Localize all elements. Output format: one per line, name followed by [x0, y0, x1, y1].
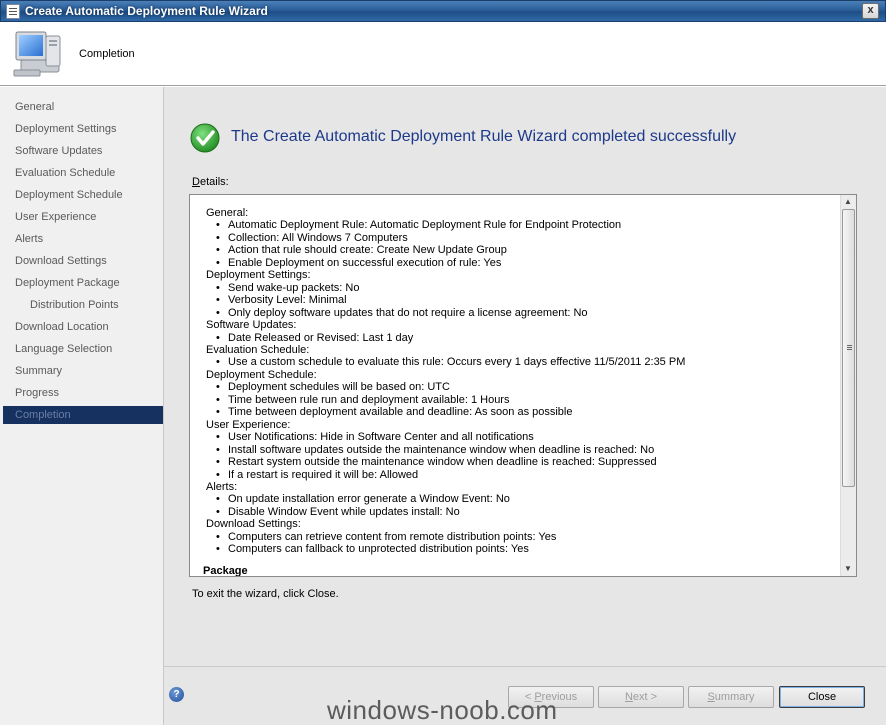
details-list-item: Only deploy software updates that do not…: [206, 307, 836, 320]
wizard-main-panel: The Create Automatic Deployment Rule Wiz…: [164, 87, 886, 666]
scrollbar-thumb[interactable]: [842, 209, 855, 487]
details-list-item: Computers can fallback to unprotected di…: [206, 543, 836, 556]
sidebar-item-summary[interactable]: Summary: [15, 365, 62, 377]
details-list-item: Action that rule should create: Create N…: [206, 244, 836, 257]
details-list-item: Use a custom schedule to evaluate this r…: [206, 356, 836, 369]
sidebar-item-deployment-schedule[interactable]: Deployment Schedule: [15, 189, 123, 201]
wizard-header: Completion: [0, 22, 886, 86]
window-title: Create Automatic Deployment Rule Wizard: [25, 4, 268, 18]
title-bar[interactable]: Create Automatic Deployment Rule Wizard …: [0, 0, 886, 22]
sidebar-item-completion[interactable]: Completion: [3, 406, 163, 424]
exit-instruction: To exit the wizard, click Close.: [192, 588, 339, 600]
wizard-app-icon: [6, 4, 20, 19]
details-section-heading: Software Updates:: [206, 319, 297, 332]
success-title: The Create Automatic Deployment Rule Wiz…: [231, 128, 737, 145]
details-list-item: Computers can retrieve content from remo…: [206, 531, 836, 544]
next-button[interactable]: Next >: [598, 686, 684, 708]
details-list-item: Verbosity Level: Minimal: [206, 294, 836, 307]
details-section-heading: Deployment Schedule:: [206, 368, 317, 381]
sidebar-item-deployment-package[interactable]: Deployment Package: [15, 277, 120, 289]
sidebar-item-progress[interactable]: Progress: [15, 387, 59, 399]
details-section-heading: User Experience:: [206, 418, 291, 431]
details-list-item: Install software updates outside the mai…: [206, 444, 836, 457]
help-icon[interactable]: ?: [169, 687, 184, 702]
close-button[interactable]: Close: [779, 686, 865, 708]
wizard-steps-sidebar: General Deployment Settings Software Upd…: [0, 87, 164, 725]
scroll-down-arrow-icon[interactable]: ▼: [844, 564, 852, 573]
sidebar-item-distribution-points[interactable]: Distribution Points: [30, 299, 119, 311]
details-list-item: Restart system outside the maintenance w…: [206, 456, 836, 469]
details-section-heading: Evaluation Schedule:: [206, 343, 310, 356]
page-heading: Completion: [79, 48, 135, 60]
details-section-heading: Download Settings:: [206, 518, 301, 531]
details-content: General: Automatic Deployment Rule: Auto…: [206, 207, 836, 556]
computer-icon: [13, 31, 61, 77]
sidebar-item-software-updates[interactable]: Software Updates: [15, 145, 102, 157]
details-list-item: If a restart is required it will be: All…: [206, 469, 836, 482]
watermark: windows-noob.com: [327, 695, 558, 725]
details-list-item: On update installation error generate a …: [206, 493, 836, 506]
sidebar-item-evaluation-schedule[interactable]: Evaluation Schedule: [15, 167, 115, 179]
details-list-item: Time between deployment available and de…: [206, 406, 836, 419]
details-label: Details:: [192, 176, 229, 188]
sidebar-item-download-location[interactable]: Download Location: [15, 321, 109, 333]
details-list-item: User Notifications: Hide in Software Cen…: [206, 431, 836, 444]
sidebar-item-language-selection[interactable]: Language Selection: [15, 343, 112, 355]
sidebar-item-alerts[interactable]: Alerts: [15, 233, 43, 245]
details-list-item: Time between rule run and deployment ava…: [206, 394, 836, 407]
sidebar-item-download-settings[interactable]: Download Settings: [15, 255, 107, 267]
details-section-heading: Deployment Settings:: [206, 269, 311, 282]
details-section-heading: Alerts:: [206, 480, 238, 493]
grip-icon: [847, 345, 852, 346]
details-list-item: Disable Window Event while updates insta…: [206, 506, 836, 519]
success-check-icon: [190, 123, 220, 153]
scroll-up-arrow-icon[interactable]: ▲: [844, 197, 852, 206]
details-textbox[interactable]: General: Automatic Deployment Rule: Auto…: [189, 194, 857, 577]
details-section-heading: General:: [206, 207, 249, 219]
sidebar-item-deployment-settings[interactable]: Deployment Settings: [15, 123, 117, 135]
details-list-item: Enable Deployment on successful executio…: [206, 257, 836, 270]
details-list-item: Deployment schedules will be based on: U…: [206, 381, 836, 394]
window-close-button[interactable]: x: [862, 3, 879, 19]
package-heading: Package: [203, 565, 248, 577]
details-list-item: Date Released or Revised: Last 1 day: [206, 332, 836, 345]
details-scrollbar[interactable]: ▲ ▼: [840, 195, 856, 576]
details-list-item: Send wake-up packets: No: [206, 282, 836, 295]
sidebar-item-user-experience[interactable]: User Experience: [15, 211, 96, 223]
details-list-item: Collection: All Windows 7 Computers: [206, 232, 836, 245]
details-list-item: Automatic Deployment Rule: Automatic Dep…: [206, 219, 836, 232]
sidebar-item-general[interactable]: General: [15, 101, 54, 113]
summary-button[interactable]: Summary: [688, 686, 774, 708]
